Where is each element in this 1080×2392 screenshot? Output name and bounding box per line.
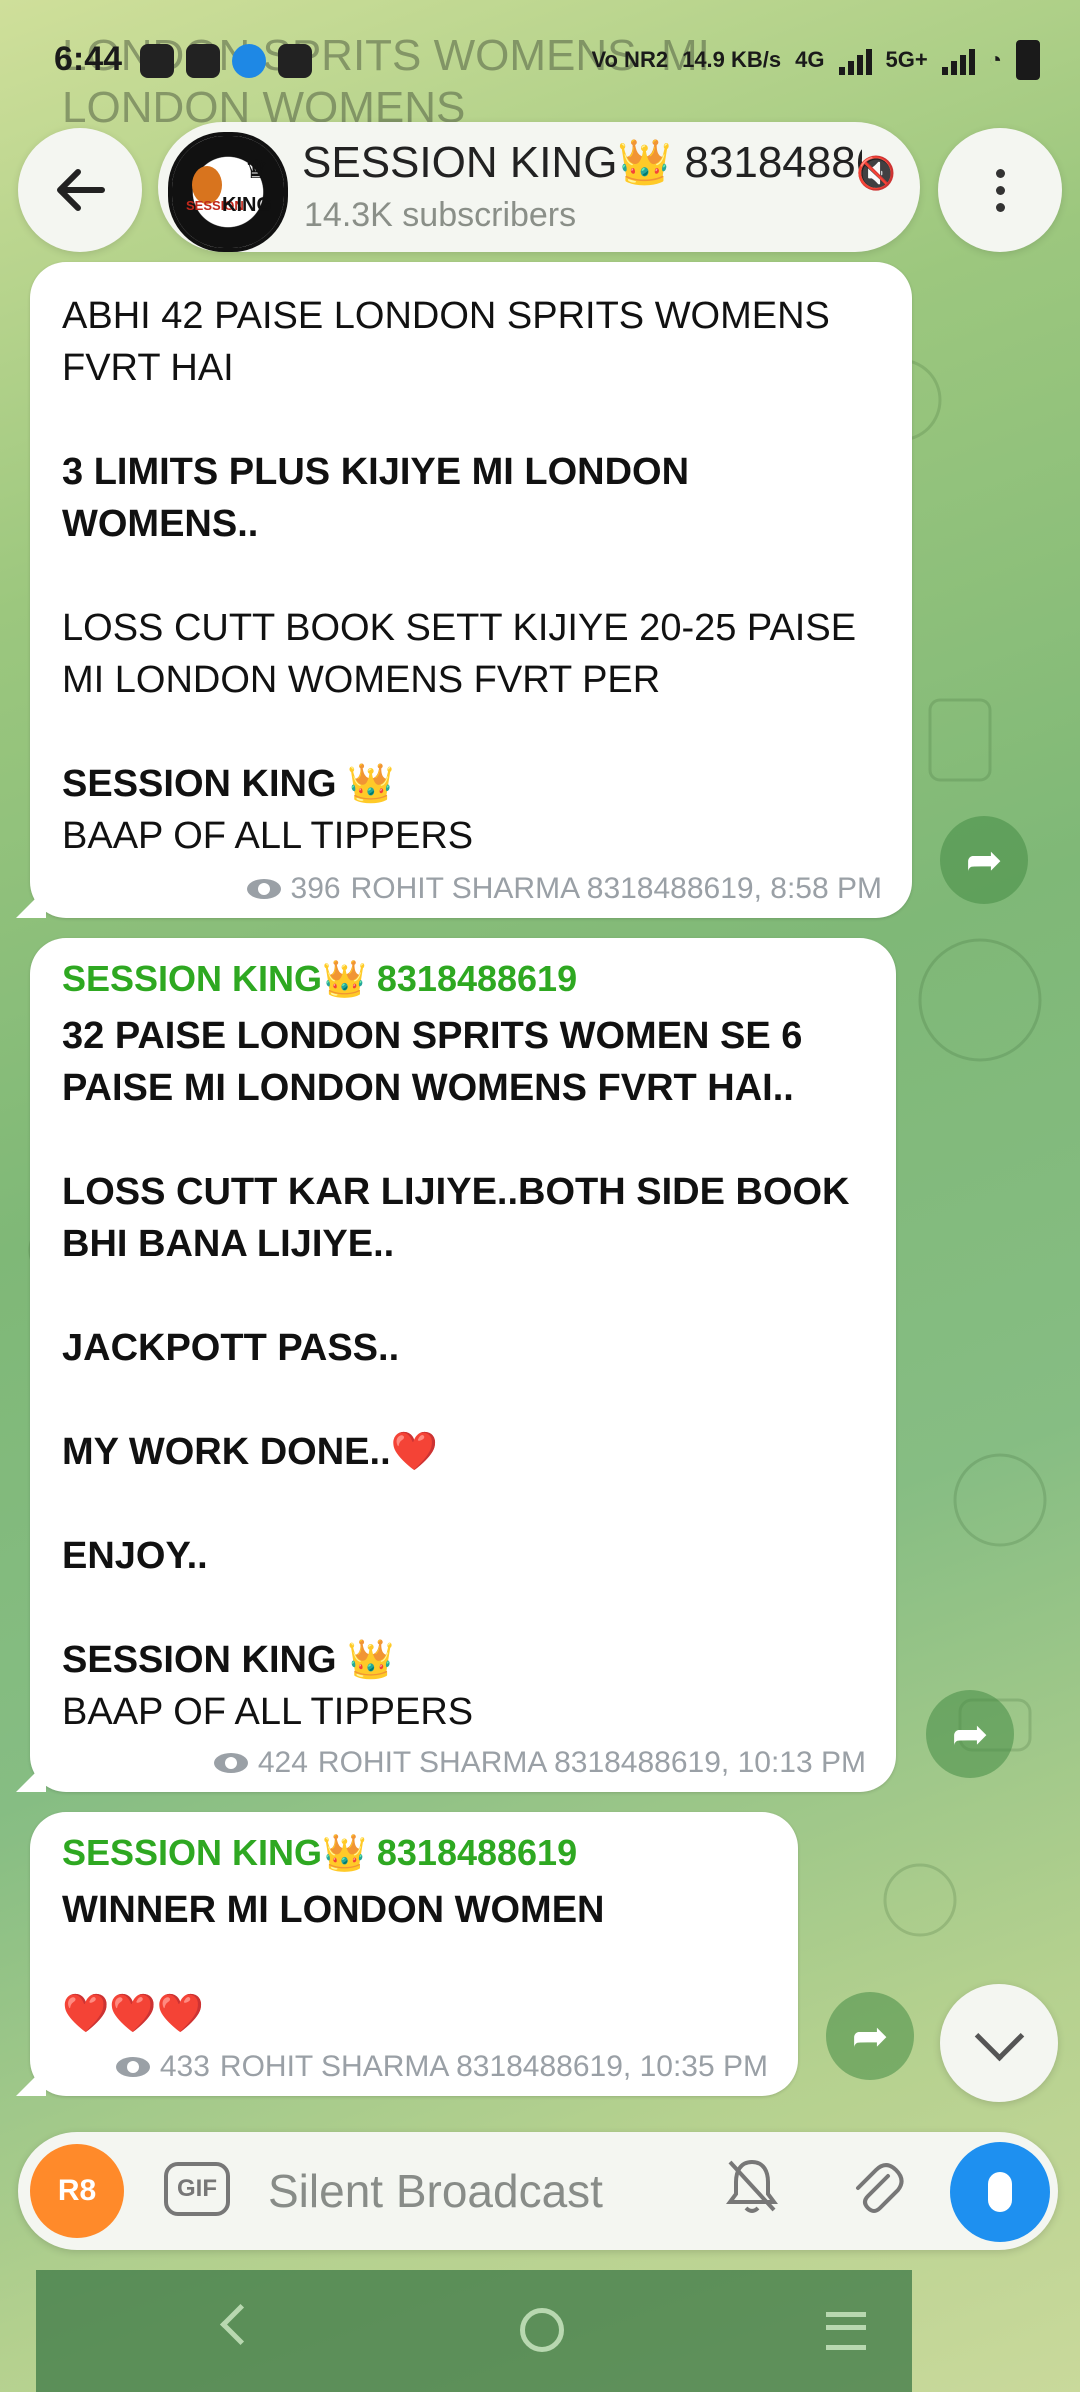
more-vertical-icon bbox=[995, 168, 1005, 178]
net-4g: 4G bbox=[795, 47, 825, 72]
status-right-icons: Vo NR2 14.9 KB/s 4G 5G+ ◔ bbox=[591, 40, 1040, 80]
message-bubble[interactable]: SESSION KING👑 8318488619 WINNER MI LONDO… bbox=[16, 1812, 798, 2096]
message-bubble[interactable]: ABHI 42 PAISE LONDON SPRITS WOMENS FVRT … bbox=[16, 262, 912, 918]
bell-off-icon[interactable] bbox=[724, 2156, 780, 2229]
message-input[interactable]: Silent Broadcast bbox=[268, 2164, 603, 2218]
nav-back-icon[interactable] bbox=[219, 2303, 262, 2346]
message-text: WINNER MI LONDON WOMEN ❤️❤️❤️ bbox=[62, 1889, 605, 2035]
message-bubble[interactable]: SESSION KING👑 8318488619 32 PAISE LONDON… bbox=[16, 938, 896, 1792]
view-count: 424 bbox=[257, 1746, 308, 1779]
avatar-text-king: KING bbox=[222, 194, 272, 216]
telegram-notification-icon bbox=[140, 44, 174, 78]
share-button[interactable]: ➦ bbox=[926, 1690, 1014, 1778]
scroll-down-button[interactable] bbox=[940, 1984, 1058, 2102]
signal-icon bbox=[838, 45, 872, 75]
crown-icon: ♛ bbox=[244, 154, 268, 184]
chevron-down-icon bbox=[974, 2011, 1024, 2061]
message-text: ABHI 42 PAISE LONDON SPRITS WOMENS FVRT … bbox=[62, 295, 867, 857]
system-navigation-bar bbox=[36, 2270, 912, 2392]
net-label: Vo NR2 bbox=[591, 47, 669, 72]
author-time: ROHIT SHARMA 8318488619, 8:58 PM bbox=[350, 872, 882, 905]
broadcast-input-bar: R8 GIF Silent Broadcast bbox=[18, 2132, 1058, 2250]
status-time: 6:44 bbox=[54, 40, 123, 78]
author-time: ROHIT SHARMA 8318488619, 10:13 PM bbox=[317, 1746, 866, 1779]
browser-notification-icon bbox=[232, 44, 266, 78]
nav-home-icon[interactable] bbox=[520, 2308, 564, 2352]
message-sender[interactable]: SESSION KING👑 8318488619 bbox=[62, 958, 577, 1000]
channel-header[interactable]: ♛ SESSION KING SESSION KING👑 8318488619 … bbox=[158, 122, 920, 252]
status-bar: LONDON SPRITS WOMENS MI LONDON WOMENS 6:… bbox=[0, 0, 1080, 132]
app-notification-icon bbox=[186, 44, 220, 78]
share-button[interactable]: ➦ bbox=[940, 816, 1028, 904]
share-icon: ➦ bbox=[951, 1709, 989, 1759]
nav-recents-icon[interactable] bbox=[826, 2312, 866, 2350]
send-as-avatar[interactable]: R8 bbox=[30, 2144, 124, 2238]
message-meta: 424 ROHIT SHARMA 8318488619, 10:13 PM bbox=[213, 1746, 866, 1780]
arrow-left-icon bbox=[57, 169, 105, 211]
more-options-button[interactable] bbox=[938, 128, 1062, 252]
share-button[interactable]: ➦ bbox=[826, 1992, 914, 2080]
author-time: ROHIT SHARMA 8318488619, 10:35 PM bbox=[219, 2050, 768, 2083]
message-meta: 433 ROHIT SHARMA 8318488619, 10:35 PM bbox=[115, 2050, 768, 2084]
view-count: 433 bbox=[159, 2050, 210, 2083]
video-app-notification-icon bbox=[278, 44, 312, 78]
net-5g: 5G+ bbox=[885, 47, 928, 72]
view-count: 396 bbox=[290, 872, 341, 905]
paperclip-icon[interactable] bbox=[848, 2156, 904, 2229]
channel-title: SESSION KING👑 8318488619 bbox=[302, 138, 862, 187]
message-text: 32 PAISE LONDON SPRITS WOMEN SE 6 PAISE … bbox=[62, 1015, 861, 1733]
wifi-icon: ◔ bbox=[988, 47, 1002, 72]
views-icon bbox=[213, 1753, 248, 1773]
signal-2-icon bbox=[941, 45, 975, 75]
microphone-icon bbox=[988, 2172, 1012, 2212]
subscriber-count: 14.3K subscribers bbox=[304, 196, 577, 234]
views-icon bbox=[115, 2057, 150, 2077]
views-icon bbox=[246, 879, 281, 899]
battery-icon bbox=[1016, 40, 1040, 80]
notification-icons bbox=[140, 44, 312, 78]
back-button[interactable] bbox=[18, 128, 142, 252]
net-speed: 14.9 KB/s bbox=[682, 47, 782, 72]
microphone-button[interactable] bbox=[950, 2142, 1050, 2242]
gif-button[interactable]: GIF bbox=[164, 2162, 230, 2216]
message-sender[interactable]: SESSION KING👑 8318488619 bbox=[62, 1832, 577, 1874]
share-icon: ➦ bbox=[965, 835, 1003, 885]
share-icon: ➦ bbox=[851, 2011, 889, 2061]
mute-icon: 🔇 bbox=[856, 155, 896, 191]
channel-avatar[interactable]: ♛ SESSION KING bbox=[168, 132, 288, 252]
message-meta: 396 ROHIT SHARMA 8318488619, 8:58 PM bbox=[246, 872, 882, 906]
